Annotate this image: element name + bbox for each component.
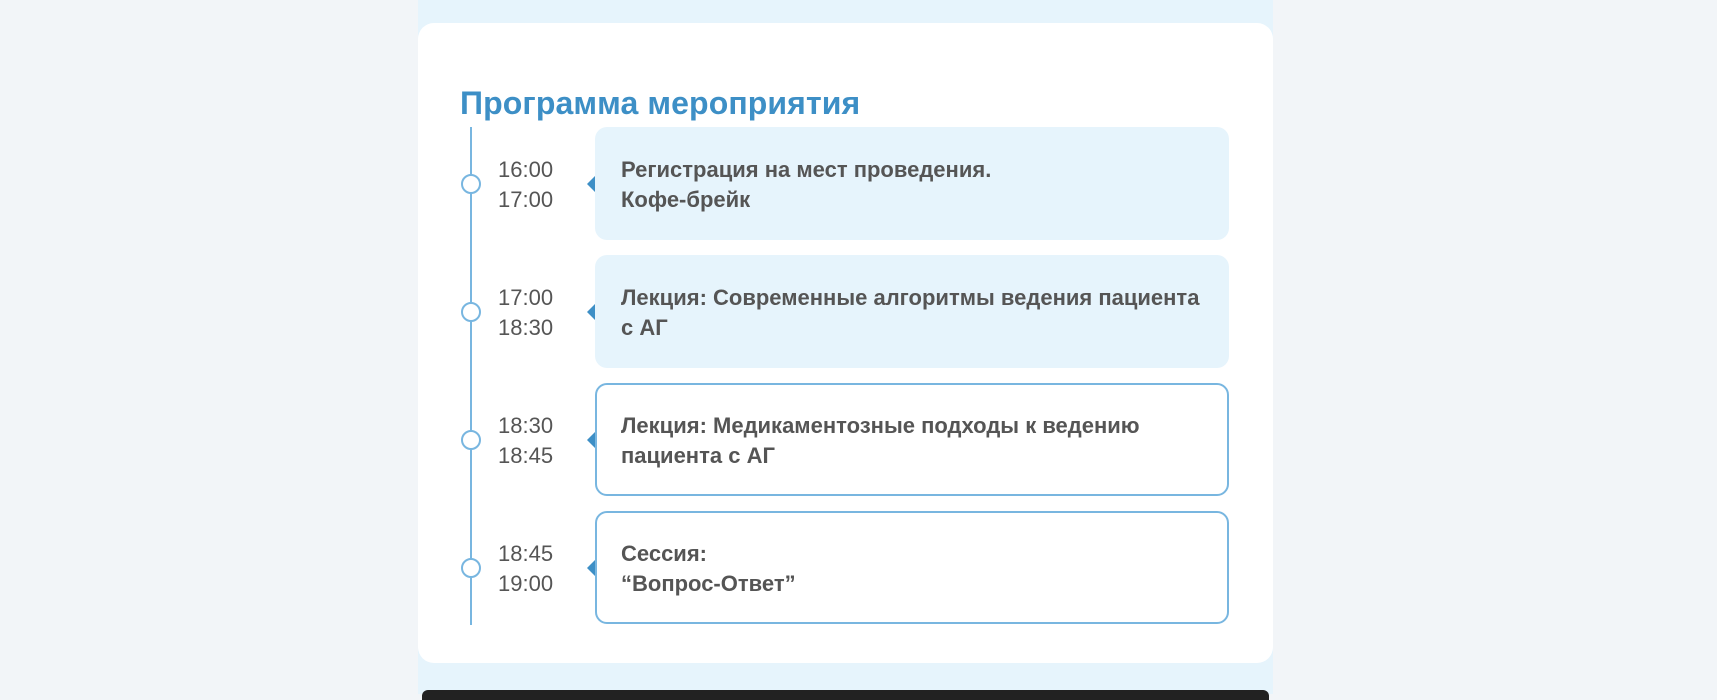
pointer-icon (587, 304, 595, 320)
event-card: Лекция: Современные алгоритмы ведения па… (595, 255, 1229, 368)
pointer-icon (587, 560, 595, 576)
program-card: Программа мероприятия 16:00 17:00 Регист… (418, 23, 1273, 663)
timeline-marker-icon (461, 174, 481, 194)
start-time: 18:30 (498, 413, 554, 438)
time-range: 17:00 18:30 (498, 283, 553, 343)
event-description: Лекция: Медикаментозные подходы к ведени… (621, 411, 1207, 471)
bottom-section-edge (422, 690, 1269, 700)
pointer-icon (587, 432, 595, 448)
event-card: Лекция: Медикаментозные подходы к ведени… (595, 383, 1229, 496)
event-line: Сессия: (621, 541, 707, 566)
timeline-marker-icon (461, 302, 481, 322)
event-line: Лекция: Медикаментозные подходы к ведени… (621, 413, 1140, 438)
content-column: Программа мероприятия 16:00 17:00 Регист… (418, 0, 1273, 700)
time-range: 16:00 17:00 (498, 155, 553, 215)
timeline-item: 18:30 18:45 Лекция: Медикаментозные подх… (418, 383, 1273, 497)
end-time: 18:45 (498, 443, 554, 468)
end-time: 18:30 (498, 315, 554, 340)
timeline-item: 18:45 19:00 Сессия: “Вопрос-Ответ” (418, 511, 1273, 625)
event-line: с АГ (621, 315, 668, 340)
event-line: Кофе-брейк (621, 187, 751, 212)
event-line: Регистрация на мест проведения. (621, 157, 992, 182)
event-card: Регистрация на мест проведения. Кофе-бре… (595, 127, 1229, 240)
event-description: Лекция: Современные алгоритмы ведения па… (621, 283, 1209, 343)
event-description: Сессия: “Вопрос-Ответ” (621, 539, 1207, 599)
timeline-marker-icon (461, 430, 481, 450)
event-line: “Вопрос-Ответ” (621, 571, 796, 596)
event-card: Сессия: “Вопрос-Ответ” (595, 511, 1229, 624)
time-range: 18:30 18:45 (498, 411, 553, 471)
event-line: пациента с АГ (621, 443, 775, 468)
end-time: 19:00 (498, 571, 554, 596)
pointer-icon (587, 176, 595, 192)
program-title: Программа мероприятия (460, 85, 861, 121)
timeline-item: 16:00 17:00 Регистрация на мест проведен… (418, 127, 1273, 241)
timeline-item: 17:00 18:30 Лекция: Современные алгоритм… (418, 255, 1273, 369)
timeline-marker-icon (461, 558, 481, 578)
end-time: 17:00 (498, 187, 554, 212)
event-line: Лекция: Современные алгоритмы ведения па… (621, 285, 1200, 310)
event-description: Регистрация на мест проведения. Кофе-бре… (621, 155, 1209, 215)
start-time: 17:00 (498, 285, 554, 310)
time-range: 18:45 19:00 (498, 539, 553, 599)
start-time: 18:45 (498, 541, 554, 566)
start-time: 16:00 (498, 157, 554, 182)
